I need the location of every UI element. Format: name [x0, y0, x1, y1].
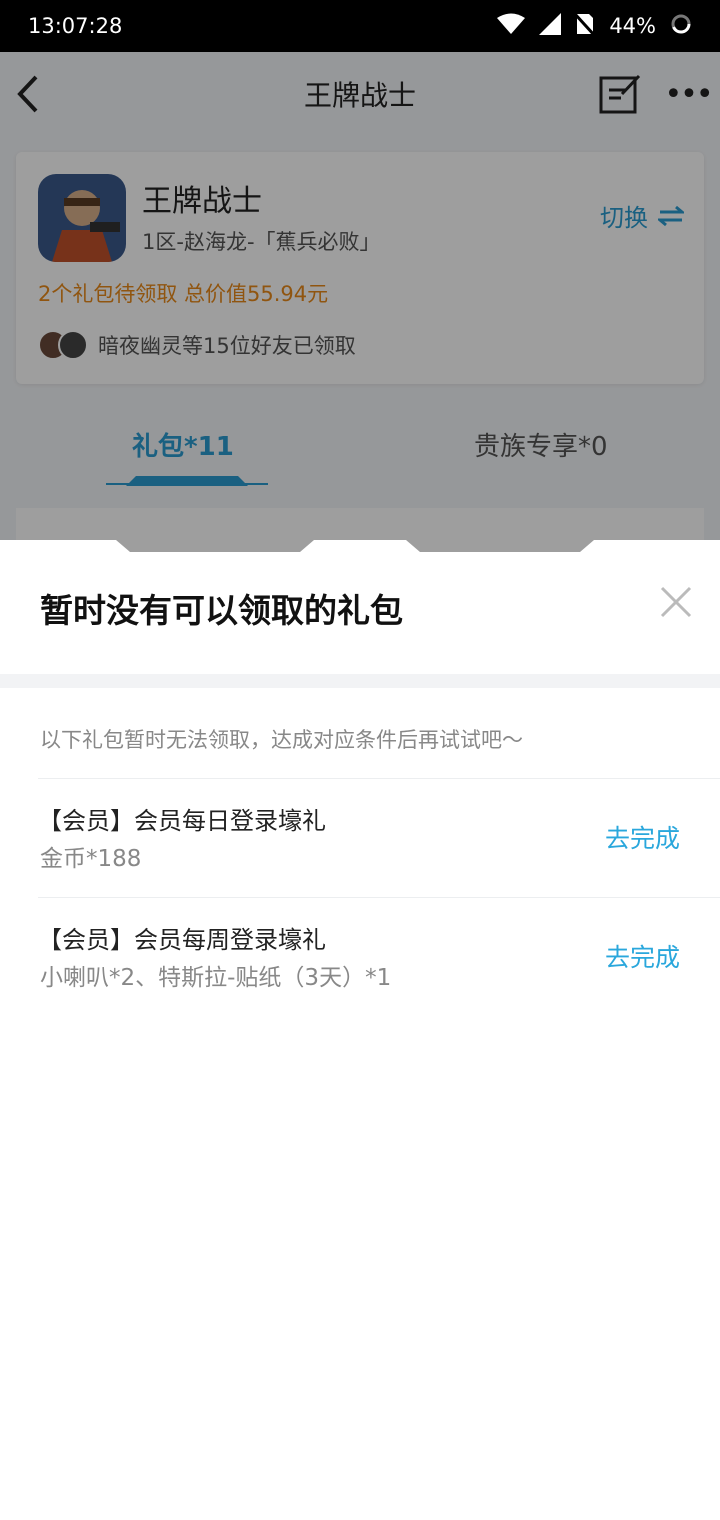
list-item: 【会员】会员每日登录壕礼 金币*188 去完成	[38, 778, 720, 898]
go-complete-button[interactable]: 去完成	[605, 819, 680, 855]
no-sim-icon	[574, 12, 597, 41]
sheet-body: 暂时没有可以领取的礼包 以下礼包暂时无法领取，达成对应条件后再试试吧～ 【会员】…	[0, 552, 720, 1520]
status-icons: 44%	[497, 12, 692, 41]
close-icon	[660, 586, 692, 618]
gift-name: 【会员】会员每周登录壕礼	[38, 926, 326, 954]
gift-name: 【会员】会员每日登录壕礼	[38, 807, 326, 835]
close-button[interactable]	[656, 582, 696, 622]
cellular-signal-icon	[539, 12, 562, 40]
list-item: 【会员】会员每周登录壕礼 小喇叭*2、特斯拉-贴纸（3天）*1 去完成	[38, 897, 720, 1017]
divider	[0, 674, 720, 688]
go-complete-button[interactable]: 去完成	[605, 938, 680, 974]
gift-desc: 金币*188	[40, 846, 142, 872]
sheet-title: 暂时没有可以领取的礼包	[40, 591, 403, 630]
status-time: 13:07:28	[28, 14, 123, 38]
gift-desc: 小喇叭*2、特斯拉-贴纸（3天）*1	[40, 965, 392, 991]
battery-icon	[670, 13, 692, 40]
bottom-sheet: 暂时没有可以领取的礼包 以下礼包暂时无法领取，达成对应条件后再试试吧～ 【会员】…	[0, 538, 720, 1520]
sheet-hint: 以下礼包暂时无法领取，达成对应条件后再试试吧～	[40, 728, 523, 752]
battery-percent: 44%	[609, 14, 656, 38]
wifi-icon	[497, 13, 526, 40]
status-bar: 13:07:28 44%	[0, 0, 720, 52]
